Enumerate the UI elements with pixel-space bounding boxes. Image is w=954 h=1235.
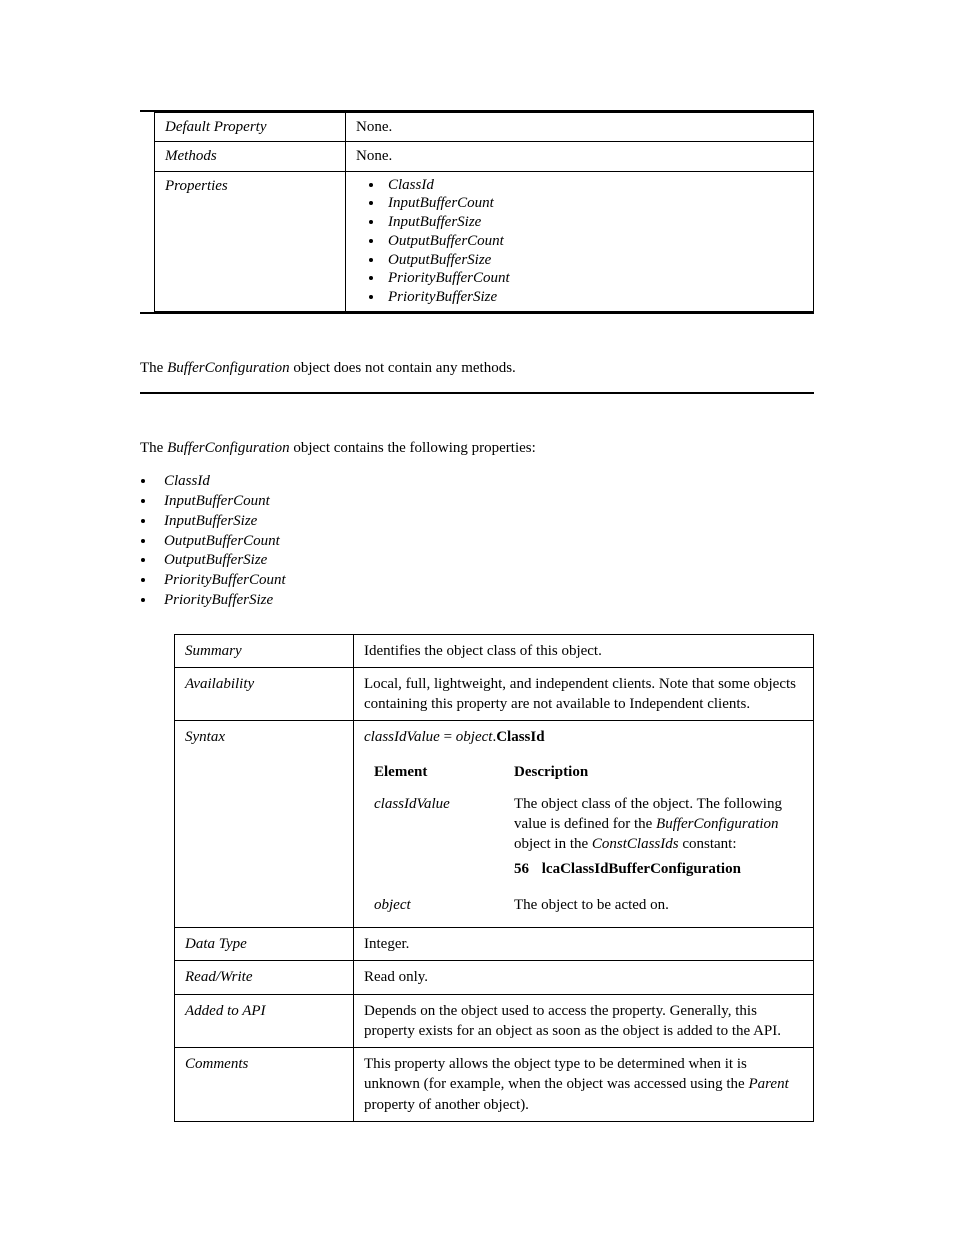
body-paragraph: The BufferConfiguration object does not … <box>140 358 814 378</box>
syntax-prop: ClassId <box>496 729 544 745</box>
list-item: InputBufferCount <box>384 194 803 213</box>
object-name: BufferConfiguration <box>167 440 290 456</box>
table-row: Added to API Depends on the object used … <box>175 994 814 1048</box>
list-item: OutputBufferSize <box>384 251 803 270</box>
table-row: Availability Local, full, lightweight, a… <box>175 667 814 721</box>
list-item: InputBufferSize <box>384 213 803 232</box>
row-value: Local, full, lightweight, and independen… <box>354 667 814 721</box>
element-description: The object to be acted on. <box>504 889 803 921</box>
constant-row: 56 lcaClassIdBufferConfiguration <box>514 859 793 879</box>
list-item: InputBufferCount <box>156 492 814 511</box>
element-description: The object class of the object. The foll… <box>504 788 803 889</box>
text: object does not contain any methods. <box>290 360 516 376</box>
property-name: Parent <box>748 1076 788 1092</box>
text: property of another object). <box>364 1097 529 1113</box>
row-label: Availability <box>175 667 354 721</box>
row-label: Added to API <box>175 994 354 1048</box>
table-row: Default Property None. <box>155 113 814 142</box>
list-item: OutputBufferCount <box>384 232 803 251</box>
list-item: OutputBufferCount <box>156 532 814 551</box>
text: constant: <box>679 836 737 852</box>
table-row: Summary Identifies the object class of t… <box>175 634 814 667</box>
syntax-obj: object <box>456 729 493 745</box>
list-item: InputBufferSize <box>156 512 814 531</box>
table-row: Methods None. <box>155 142 814 171</box>
table-row: Comments This property allows the object… <box>175 1048 814 1122</box>
divider <box>140 392 814 394</box>
overview-table: Default Property None. Methods None. Pro… <box>154 112 814 312</box>
row-value: None. <box>346 142 814 171</box>
constant-number: 56 <box>514 859 538 879</box>
row-value: Integer. <box>354 928 814 961</box>
row-value: Read only. <box>354 961 814 994</box>
list-item: PriorityBufferCount <box>384 269 803 288</box>
syntax-lhs: classIdValue <box>364 729 440 745</box>
row-label: Properties <box>155 171 346 311</box>
row-label: Default Property <box>155 113 346 142</box>
col-header: Element <box>364 756 504 788</box>
row-label: Comments <box>175 1048 354 1122</box>
list-item: ClassId <box>384 176 803 195</box>
text: This property allows the object type to … <box>364 1056 748 1092</box>
text: object contains the following properties… <box>290 440 536 456</box>
element-name: object <box>364 889 504 921</box>
row-label: Data Type <box>175 928 354 961</box>
syntax-eq: = <box>440 729 456 745</box>
table-row: object The object to be acted on. <box>364 889 803 921</box>
properties-list: ClassId InputBufferCount InputBufferSize… <box>384 176 803 307</box>
table-row: classIdValue The object class of the obj… <box>364 788 803 889</box>
row-label: Methods <box>155 142 346 171</box>
overview-table-wrapper: Default Property None. Methods None. Pro… <box>140 110 814 314</box>
body-paragraph: The BufferConfiguration object contains … <box>140 438 814 458</box>
list-item: PriorityBufferSize <box>384 288 803 307</box>
syntax-elements-table: Element Description classIdValue The obj… <box>364 756 803 922</box>
constant-id: lcaClassIdBufferConfiguration <box>542 861 741 877</box>
list-item: PriorityBufferSize <box>156 591 814 610</box>
col-header: Description <box>504 756 803 788</box>
row-value: Depends on the object used to access the… <box>354 994 814 1048</box>
row-value: ClassId InputBufferCount InputBufferSize… <box>346 171 814 311</box>
row-label: Summary <box>175 634 354 667</box>
text: object in the <box>514 836 592 852</box>
list-item: ClassId <box>156 472 814 491</box>
object-name: BufferConfiguration <box>656 816 779 832</box>
row-value: This property allows the object type to … <box>354 1048 814 1122</box>
row-value: Identifies the object class of this obje… <box>354 634 814 667</box>
table-row: Properties ClassId InputBufferCount Inpu… <box>155 171 814 311</box>
property-detail-wrapper: Summary Identifies the object class of t… <box>174 634 814 1122</box>
row-value: None. <box>346 113 814 142</box>
row-label: Read/Write <box>175 961 354 994</box>
table-row: Read/Write Read only. <box>175 961 814 994</box>
row-value: classIdValue = object.ClassId Element De… <box>354 721 814 928</box>
element-name: classIdValue <box>364 788 504 889</box>
row-label: Syntax <box>175 721 354 928</box>
list-item: PriorityBufferCount <box>156 571 814 590</box>
list-item: OutputBufferSize <box>156 551 814 570</box>
property-detail-table: Summary Identifies the object class of t… <box>174 634 814 1122</box>
table-row: Syntax classIdValue = object.ClassId Ele… <box>175 721 814 928</box>
constant-name: ConstClassIds <box>592 836 679 852</box>
body-properties-list: ClassId InputBufferCount InputBufferSize… <box>156 472 814 609</box>
text: The <box>140 440 167 456</box>
text: The <box>140 360 167 376</box>
table-row: Data Type Integer. <box>175 928 814 961</box>
page: Default Property None. Methods None. Pro… <box>0 0 954 1235</box>
table-row: Element Description <box>364 756 803 788</box>
object-name: BufferConfiguration <box>167 360 290 376</box>
